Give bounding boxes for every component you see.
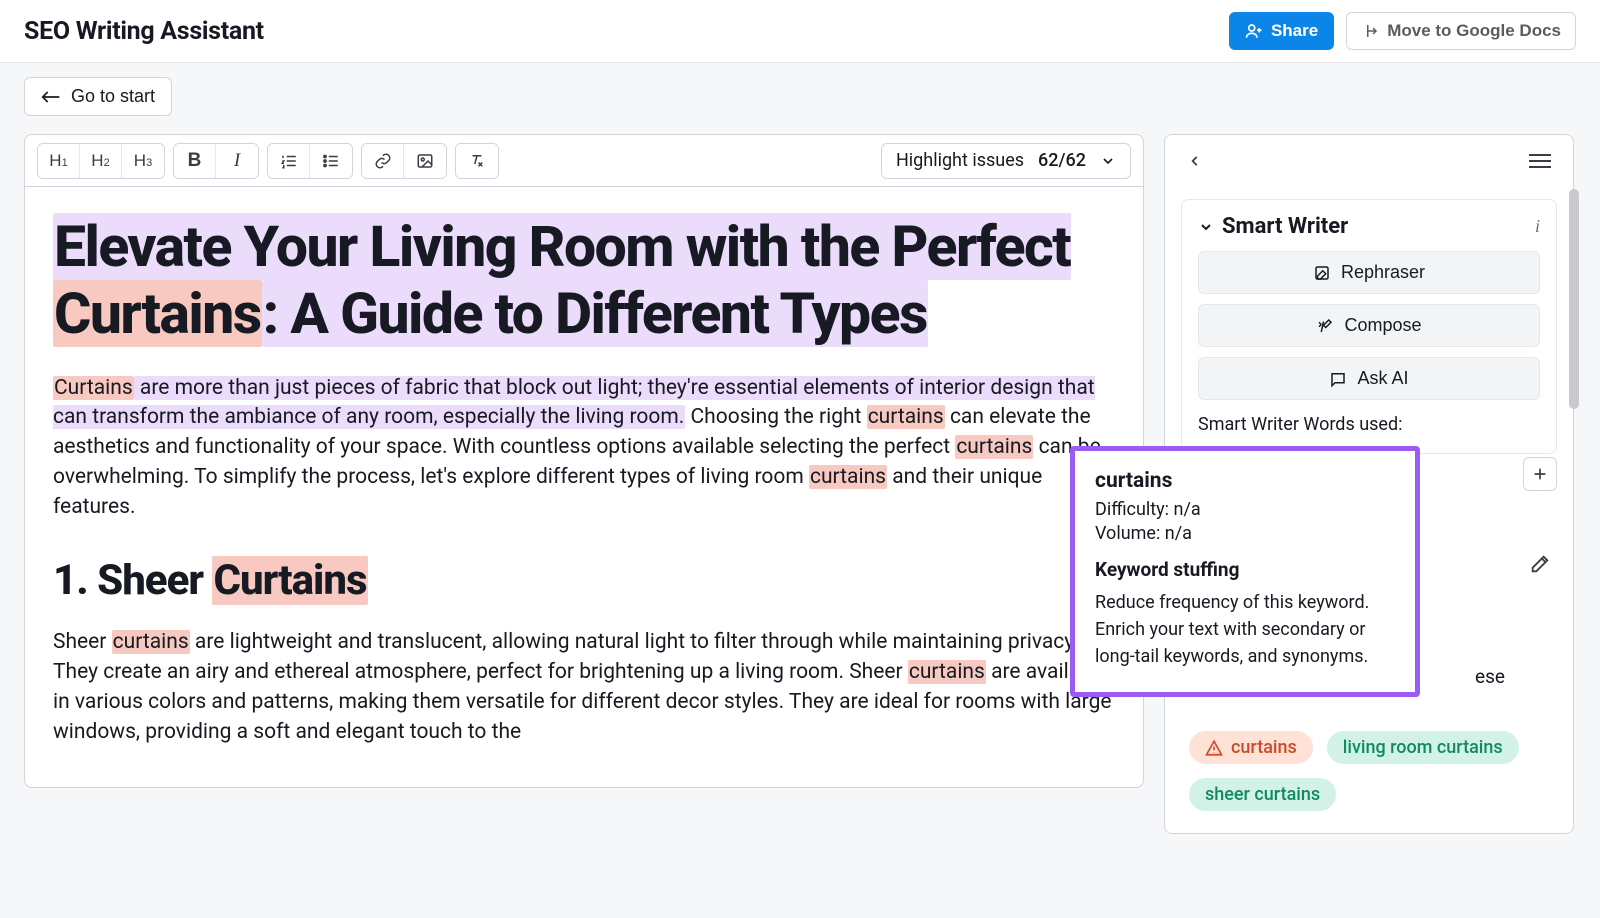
editor-toolbar: H1 H2 H3 B I <box>25 135 1143 187</box>
smart-writer-words-used: Smart Writer Words used: <box>1198 414 1540 435</box>
editor-content[interactable]: Elevate Your Living Room with the Perfec… <box>25 187 1143 787</box>
ask-ai-icon <box>1329 370 1347 388</box>
heading-3-button[interactable]: H3 <box>122 144 164 178</box>
heading-sheer-curtains: 1. Sheer Curtains <box>53 551 1115 611</box>
keyword-pill-ok[interactable]: living room curtains <box>1327 731 1519 764</box>
ordered-list-button[interactable] <box>268 144 310 178</box>
bold-button[interactable]: B <box>174 144 216 178</box>
keyword-tooltip: curtains Difficulty: n/a Volume: n/a Key… <box>1070 446 1420 697</box>
paragraph-1: Curtains are more than just pieces of fa… <box>53 374 1115 523</box>
editor-panel: H1 H2 H3 B I <box>24 134 1144 788</box>
clear-formatting-icon <box>468 152 486 170</box>
keyword-pill-ok[interactable]: sheer curtains <box>1189 778 1336 811</box>
keyword-pills: curtains living room curtains sheer curt… <box>1181 731 1551 811</box>
unordered-list-icon <box>322 152 340 170</box>
arrow-left-icon <box>41 89 61 105</box>
tooltip-difficulty: Difficulty: n/a <box>1095 499 1395 520</box>
rephraser-button[interactable]: Rephraser <box>1198 251 1540 294</box>
app-title: SEO Writing Assistant <box>24 17 264 46</box>
link-button[interactable] <box>362 144 404 178</box>
chevron-down-icon[interactable] <box>1198 219 1214 235</box>
keyword-pill-warn[interactable]: curtains <box>1189 731 1313 764</box>
highlight-issues-label: Highlight issues <box>896 150 1024 171</box>
chevron-down-icon <box>1100 153 1116 169</box>
keyword-pill-label: curtains <box>1231 737 1297 758</box>
pencil-icon <box>1529 553 1551 575</box>
share-button[interactable]: Share <box>1229 12 1334 50</box>
sidebar-back-button[interactable] <box>1181 147 1209 175</box>
article-title: Elevate Your Living Room with the Perfec… <box>53 213 1115 348</box>
clear-formatting-button[interactable] <box>456 144 498 178</box>
move-button-label: Move to Google Docs <box>1387 21 1561 41</box>
share-icon <box>1245 22 1263 40</box>
move-icon <box>1361 22 1379 40</box>
plus-icon <box>1532 466 1548 482</box>
go-to-start-button[interactable]: Go to start <box>24 77 172 116</box>
add-keyword-button[interactable] <box>1523 457 1557 491</box>
go-to-start-label: Go to start <box>71 86 155 107</box>
heading-2-button[interactable]: H2 <box>80 144 122 178</box>
ask-ai-label: Ask AI <box>1357 368 1408 389</box>
smart-writer-title: Smart Writer <box>1222 214 1348 239</box>
image-button[interactable] <box>404 144 446 178</box>
heading-1-button[interactable]: H1 <box>38 144 80 178</box>
unordered-list-button[interactable] <box>310 144 352 178</box>
compose-button[interactable]: Compose <box>1198 304 1540 347</box>
warning-icon <box>1205 739 1223 757</box>
chevron-left-icon <box>1188 151 1202 171</box>
rephraser-label: Rephraser <box>1341 262 1425 283</box>
ordered-list-icon <box>280 152 298 170</box>
edit-keywords-button[interactable] <box>1529 553 1551 575</box>
tooltip-keyword: curtains <box>1095 469 1395 493</box>
scrollbar-thumb[interactable] <box>1569 189 1579 409</box>
highlight-issues-dropdown[interactable]: Highlight issues 62/62 <box>881 143 1131 179</box>
italic-button[interactable]: I <box>216 144 258 178</box>
ask-ai-button[interactable]: Ask AI <box>1198 357 1540 400</box>
highlight-issues-count: 62/62 <box>1038 150 1086 171</box>
move-to-google-docs-button[interactable]: Move to Google Docs <box>1346 12 1576 50</box>
smart-writer-card: Smart Writer i Rephraser Compose Ask AI … <box>1181 199 1557 454</box>
tooltip-description: Reduce frequency of this keyword. Enrich… <box>1095 589 1395 670</box>
image-icon <box>416 152 434 170</box>
tooltip-subheading: Keyword stuffing <box>1095 558 1395 581</box>
link-icon <box>374 152 392 170</box>
rephraser-icon <box>1313 264 1331 282</box>
text-fragment: ese <box>1475 665 1505 688</box>
paragraph-2: Sheer curtains are lightweight and trans… <box>53 628 1115 747</box>
share-button-label: Share <box>1271 21 1318 41</box>
compose-label: Compose <box>1344 315 1421 336</box>
compose-icon <box>1316 317 1334 335</box>
sidebar-menu-button[interactable] <box>1529 147 1557 175</box>
info-icon[interactable]: i <box>1535 216 1540 237</box>
tooltip-volume: Volume: n/a <box>1095 523 1395 544</box>
